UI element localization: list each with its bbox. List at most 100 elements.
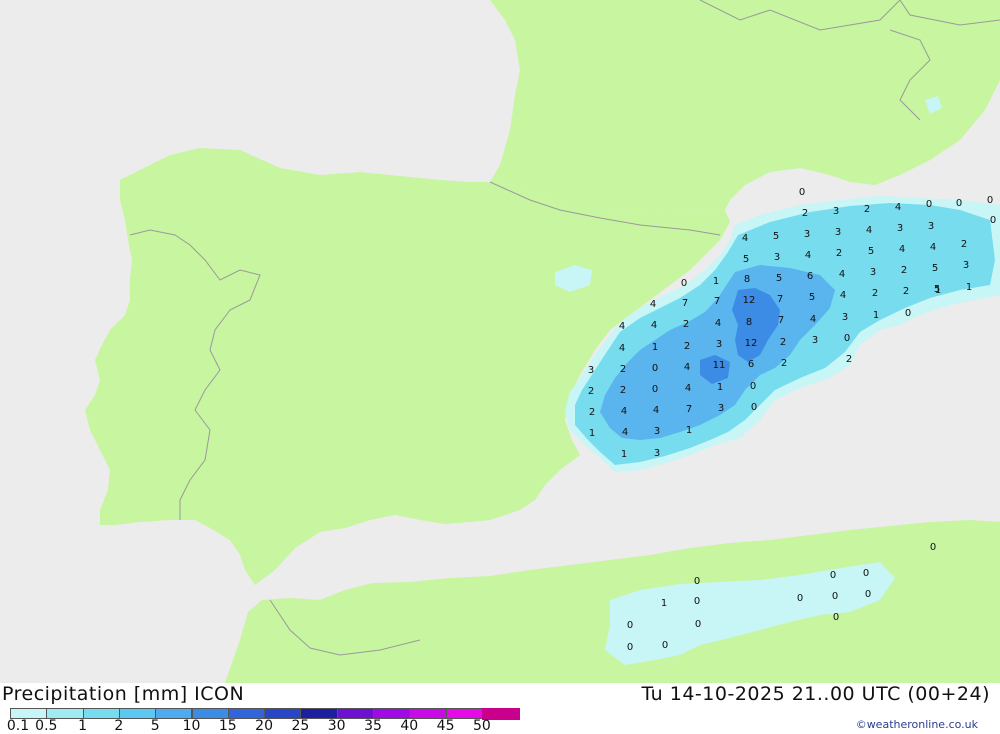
precip-value-label: 3 [718,403,724,414]
precip-value-label: 3 [774,252,780,263]
precip-value-label: 2 [620,364,626,375]
precipitation-map: 0 2 3 2 4 0 0 0 0 4 5 3 3 4 3 3 2 5 3 4 2 5 4 4 3 5 0 1 8 5 6 4 3 2 5 1 4 7 7 1… [0,0,1000,683]
precip-value-label: 0 [930,542,936,553]
precip-value-label: 0 [832,591,838,602]
precip-value-label: 1 [621,449,627,460]
precip-value-label: 2 [620,385,626,396]
precip-value-label: 6 [748,359,754,370]
legend-label: 30 [327,718,346,734]
precip-value-label: 7 [778,315,784,326]
precip-value-label: 4 [619,321,625,332]
precip-value-label: 1 [589,428,595,439]
precip-value-label: 2 [872,288,878,299]
precip-value-label: 0 [987,195,993,206]
precip-value-label: 0 [694,576,700,587]
precip-value-label: 0 [956,198,962,209]
precip-value-label: 5 [776,273,782,284]
precip-value-label: 0 [681,278,687,289]
precip-value-label: 3 [654,426,660,437]
precip-value-label: 3 [835,227,841,238]
precip-value-label: 0 [627,642,633,653]
precip-value-label: 0 [694,596,700,607]
precip-value-label: 4 [840,290,846,301]
precip-value-label: 7 [682,298,688,309]
precip-value-label: 2 [588,386,594,397]
precip-value-label: 2 [589,407,595,418]
precip-value-label: 0 [990,215,996,226]
precip-value-label: 0 [905,308,911,319]
precip-value-label: 0 [865,589,871,600]
precip-value-label: 0 [844,333,850,344]
precip-value-label: 3 [963,260,969,271]
precip-value-label: 3 [842,312,848,323]
precip-value-label: 4 [650,299,656,310]
precip-value-label: 4 [895,202,901,213]
precip-value-label: 1 [652,342,658,353]
precip-value-label: 1 [661,598,667,609]
precip-value-label: 2 [864,204,870,215]
precip-value-label: 4 [622,427,628,438]
precip-value-label: 4 [651,320,657,331]
precip-value-label: 0 [652,363,658,374]
precip-value-label: 5 [773,231,779,242]
precip-value-label: 12 [745,338,758,349]
precip-value-label: 2 [780,337,786,348]
legend-label: 45 [436,718,455,734]
precip-value-label: 4 [685,383,691,394]
precip-value-label: 11 [713,360,726,371]
precip-value-label: 0 [833,612,839,623]
precip-value-label: 4 [899,244,905,255]
precip-value-label: 7 [777,294,783,305]
precip-value-label: 3 [928,221,934,232]
precip-value-label: 4 [715,318,721,329]
legend-label: 35 [364,718,382,734]
precip-value-label: 3 [804,229,810,240]
precip-value-label: 2 [901,265,907,276]
precip-value-label: 0 [750,381,756,392]
precip-value-label: 0 [652,384,658,395]
precip-value-label: 2 [802,208,808,219]
precip-value-label: 4 [810,314,816,325]
precip-value-label: 5 [809,292,815,303]
legend-label: 25 [291,718,310,734]
precip-value-label: 4 [742,233,748,244]
precip-value-label: 4 [621,406,627,417]
map-title: Precipitation [mm] ICON [2,683,245,705]
precip-value-label: 8 [746,317,752,328]
precip-value-label: 3 [588,365,594,376]
precip-value-label: 7 [714,296,720,307]
precip-value-label: 2 [781,358,787,369]
precip-value-label: 0 [662,640,668,651]
precip-value-label: 2 [836,248,842,259]
precip-value-label: 4 [839,269,845,280]
precip-value-label: 1 [686,425,692,436]
precip-value-label: 4 [866,225,872,236]
legend-label: 10 [182,718,201,734]
footer: Precipitation [mm] ICON Tu 14-10-2025 21… [0,683,1000,734]
precip-value-label: 0 [797,593,803,604]
precip-value-label: 5 [932,263,938,274]
precip-value-label: 2 [846,354,852,365]
precip-value-label: 3 [812,335,818,346]
precip-value-label: 0 [830,570,836,581]
precip-value-label: 1 [935,285,941,296]
legend-label: 0.1 [6,718,30,734]
precip-value-label: 0 [799,187,805,198]
legend-label: 20 [255,718,274,734]
precip-value-label: 4 [684,362,690,373]
precip-value-label: 7 [686,404,692,415]
precip-value-label: 4 [805,250,811,261]
credit-link[interactable]: ©weatheronline.co.uk [856,718,978,731]
precip-value-label: 5 [743,254,749,265]
precip-value-label: 12 [743,295,756,306]
precip-value-label: 2 [961,239,967,250]
legend-label: 2 [114,718,124,734]
legend-label: 50 [472,718,491,734]
legend-label: 40 [400,718,419,734]
precip-value-label: 1 [873,310,879,321]
precip-value-label: 1 [713,276,719,287]
precip-value-label: 5 [868,246,874,257]
precip-value-label: 3 [654,448,660,459]
precip-value-label: 0 [695,619,701,630]
legend-label: 1 [78,718,88,734]
